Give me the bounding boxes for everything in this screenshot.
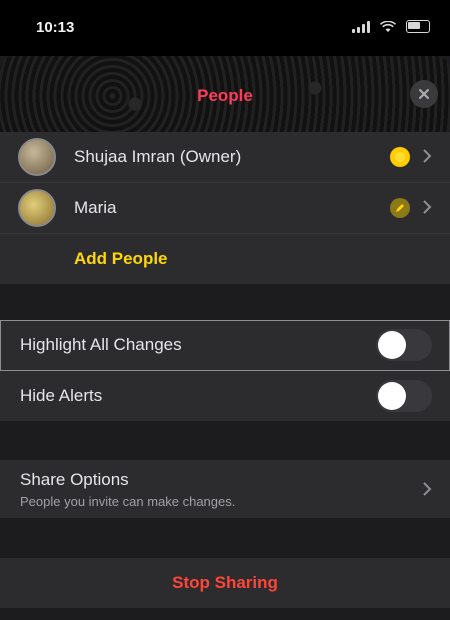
close-button[interactable] [410,80,438,108]
chevron-right-icon [423,149,432,163]
person-row-maria[interactable]: Maria [0,183,450,234]
stop-sharing-button[interactable]: Stop Sharing [0,573,450,593]
person-name: Shujaa Imran (Owner) [74,147,242,166]
hide-alerts-toggle[interactable] [376,380,432,412]
highlight-changes-row: Highlight All Changes [0,320,450,371]
people-group: Shujaa Imran (Owner) Maria Add People [0,132,450,284]
sheet-title: People [197,86,253,105]
share-options-title: Share Options [20,470,129,489]
wifi-icon [380,20,396,32]
hide-alerts-row: Hide Alerts [0,371,450,421]
add-people-row[interactable]: Add People [0,234,450,284]
alerts-group: Highlight All Changes Hide Alerts [0,320,450,421]
toggle-label: Highlight All Changes [20,335,182,354]
toggle-knob [378,331,406,359]
toggle-label: Hide Alerts [20,386,103,405]
status-bar: 10:13 [0,0,450,56]
chevron-right-icon [423,482,432,496]
person-row-owner[interactable]: Shujaa Imran (Owner) [0,132,450,183]
cellular-signal-icon [352,20,370,33]
battery-icon [406,20,430,33]
stop-sharing-row[interactable]: Stop Sharing [0,558,450,608]
stop-sharing-group: Stop Sharing [0,558,450,608]
highlight-changes-toggle[interactable] [376,329,432,361]
chevron-right-icon [423,200,432,214]
pencil-icon [390,198,410,218]
sun-icon [390,147,410,167]
avatar [18,138,56,176]
person-name: Maria [74,198,117,217]
toggle-knob [378,382,406,410]
share-options-subtitle: People you invite can make changes. [20,494,236,509]
status-icons [352,20,430,33]
avatar [18,189,56,227]
status-time: 10:13 [36,19,75,36]
share-options-group: Share Options People you invite can make… [0,460,450,518]
sheet-header: People [0,56,450,136]
close-icon [419,89,429,99]
share-options-row[interactable]: Share Options People you invite can make… [0,460,450,518]
add-people-button[interactable]: Add People [74,249,168,269]
